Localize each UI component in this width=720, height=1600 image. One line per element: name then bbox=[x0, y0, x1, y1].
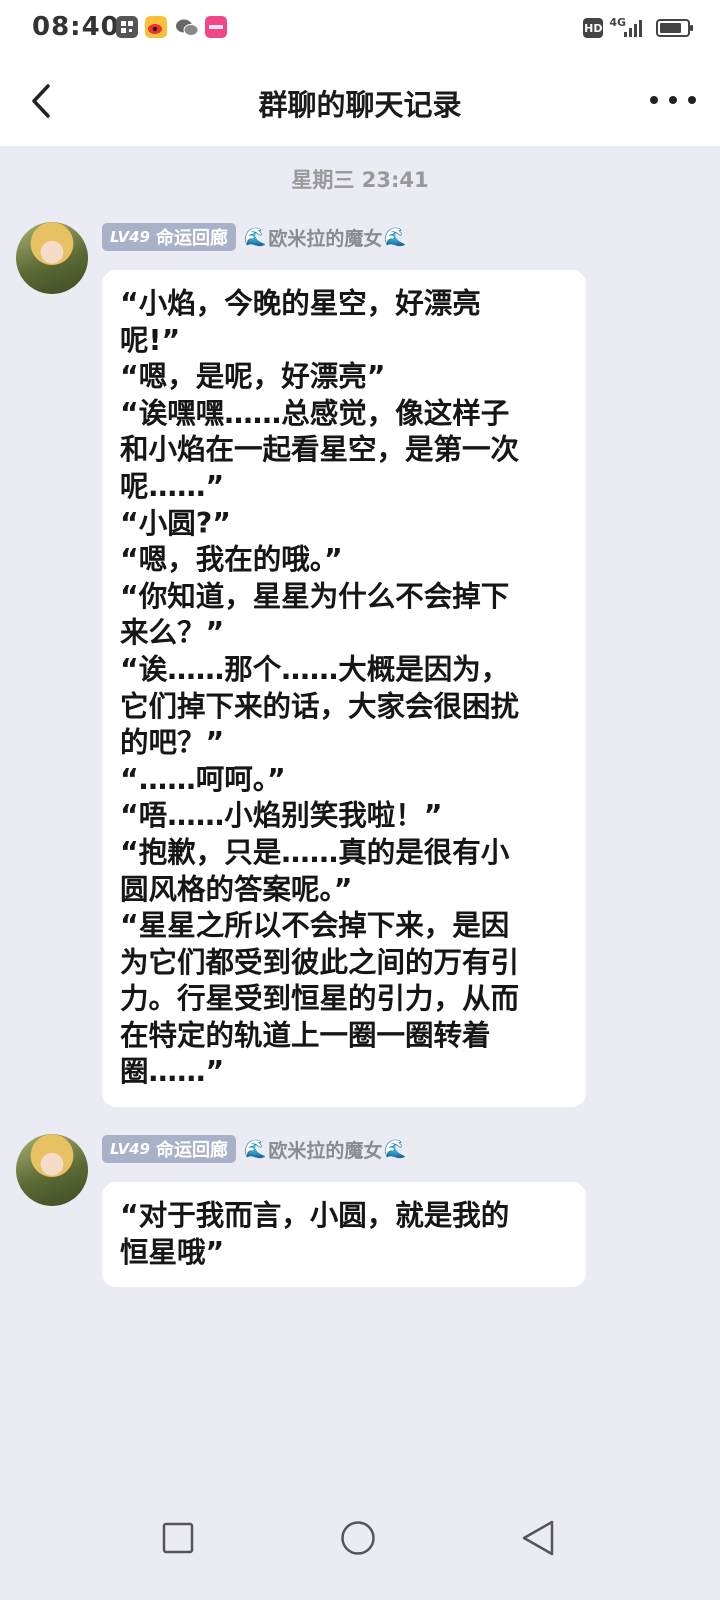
more-dot bbox=[669, 96, 677, 104]
level-label: LV49 bbox=[110, 228, 150, 246]
wave-icon: 🌊 bbox=[243, 226, 267, 248]
chat-timestamp: 星期三 23:41 bbox=[291, 168, 429, 192]
avatar[interactable] bbox=[16, 222, 88, 294]
message-bubble[interactable]: “小焰，今晚的星空，好漂亮 呢!” “嗯，是呢，好漂亮” “诶嘿嘿……总感觉，像… bbox=[102, 270, 586, 1108]
more-dot bbox=[688, 96, 696, 104]
system-nav-bar bbox=[0, 1490, 720, 1600]
status-time: 08:40 bbox=[32, 12, 120, 42]
home-circle-icon bbox=[341, 1521, 375, 1555]
level-badge: LV49 命运回廊 bbox=[102, 223, 236, 251]
wave-icon: 🌊 bbox=[384, 226, 407, 248]
header: 群聊的聊天记录 bbox=[0, 56, 720, 146]
wechat-icon bbox=[175, 16, 199, 38]
weibo-icon bbox=[145, 16, 167, 38]
back-nav-button[interactable] bbox=[520, 1520, 556, 1560]
avatar[interactable] bbox=[16, 1134, 88, 1206]
hd-badge: HD bbox=[583, 18, 604, 38]
sender-name-text: 欧米拉的魔女 bbox=[268, 227, 383, 250]
status-bar: 08:40 HD 4G bbox=[0, 0, 720, 56]
message-text: “小焰，今晚的星空，好漂亮 呢!” “嗯，是呢，好漂亮” “诶嘿嘿……总感觉，像… bbox=[120, 287, 520, 1089]
badge-title: 命运回廊 bbox=[155, 1140, 228, 1161]
pink-app-icon bbox=[205, 16, 227, 38]
status-indicators: HD 4G bbox=[583, 15, 693, 40]
level-label: LV49 bbox=[110, 1140, 150, 1158]
wave-icon: 🌊 bbox=[384, 1138, 407, 1160]
recents-square-icon bbox=[162, 1522, 194, 1554]
sender-line: LV49 命运回廊 🌊 欧米拉的魔女 🌊 bbox=[102, 1135, 407, 1163]
sender-name-text: 欧米拉的魔女 bbox=[268, 1139, 383, 1162]
sender-name[interactable]: 🌊 欧米拉的魔女 🌊 bbox=[244, 1136, 407, 1163]
recents-button[interactable] bbox=[162, 1522, 194, 1558]
message-text: “对于我而言，小圆，就是我的 恒星哦” bbox=[120, 1199, 510, 1269]
more-button[interactable] bbox=[650, 82, 696, 118]
signal-icon bbox=[624, 19, 642, 37]
sender-name[interactable]: 🌊 欧米拉的魔女 🌊 bbox=[244, 224, 407, 251]
back-triangle-icon bbox=[522, 1520, 554, 1556]
badge-title: 命运回廊 bbox=[155, 228, 228, 249]
message-bubble[interactable]: “对于我而言，小圆，就是我的 恒星哦” bbox=[102, 1182, 586, 1288]
level-badge: LV49 命运回廊 bbox=[102, 1135, 236, 1163]
battery-icon bbox=[656, 19, 693, 37]
qr-app-icon bbox=[116, 16, 138, 38]
more-dot bbox=[650, 96, 658, 104]
wave-icon: 🌊 bbox=[243, 1138, 267, 1160]
home-button[interactable] bbox=[340, 1520, 376, 1560]
network-label: 4G bbox=[609, 15, 626, 29]
sender-line: LV49 命运回廊 🌊 欧米拉的魔女 🌊 bbox=[102, 223, 407, 251]
page-title: 群聊的聊天记录 bbox=[258, 88, 462, 122]
